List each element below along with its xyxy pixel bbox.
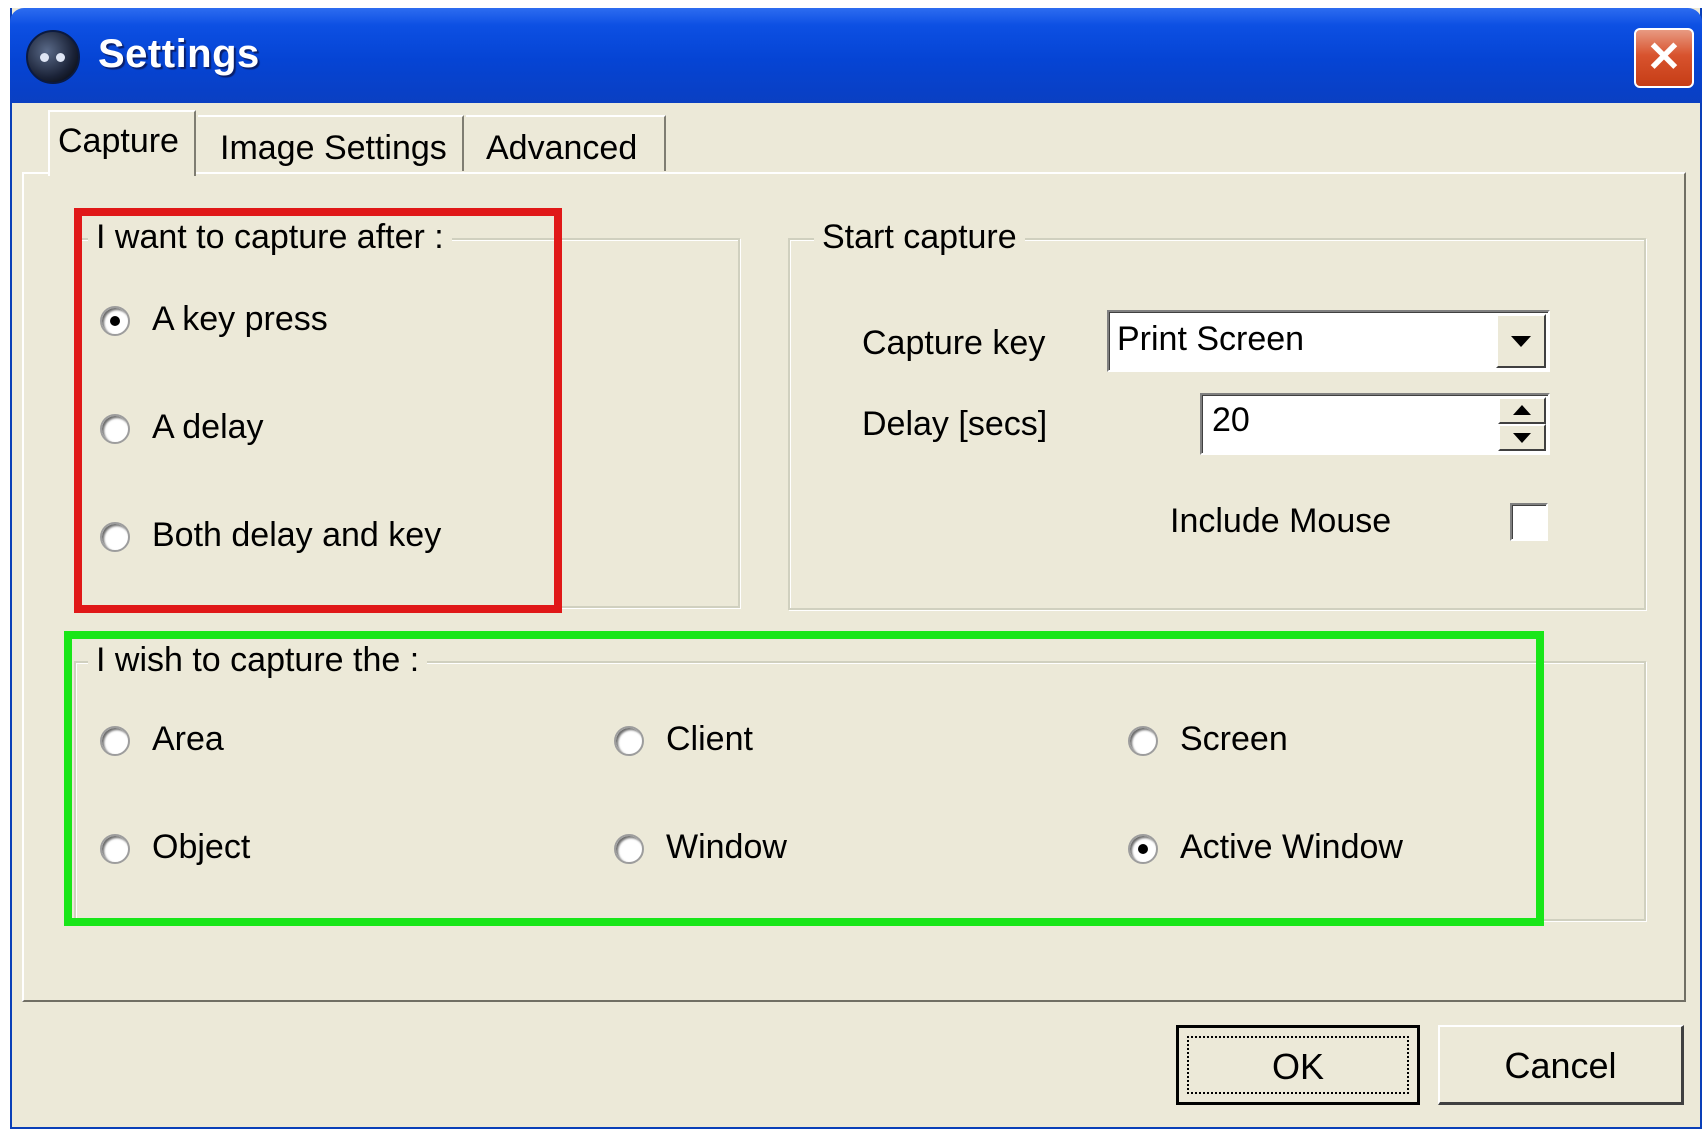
- tab-label: Image Settings: [220, 129, 447, 167]
- window-title: Settings: [98, 32, 260, 76]
- radio-button[interactable]: [100, 306, 130, 336]
- spin-up-icon[interactable]: [1498, 397, 1546, 424]
- radio-button[interactable]: [100, 522, 130, 552]
- radio-button[interactable]: [614, 834, 644, 864]
- ok-button[interactable]: OK: [1176, 1025, 1420, 1105]
- capture-target-group: I wish to capture the :: [74, 641, 1646, 921]
- include-mouse-label: Include Mouse: [1170, 502, 1392, 540]
- spin-down-icon[interactable]: [1498, 424, 1546, 451]
- capture-key-dropdown[interactable]: Print Screen: [1107, 310, 1550, 372]
- capture-key-label: Capture key: [862, 324, 1046, 362]
- radio-label: Client: [666, 720, 753, 758]
- tab-advanced[interactable]: Advanced: [466, 115, 666, 171]
- app-icon: [26, 30, 80, 84]
- title-bar[interactable]: Settings ✕: [10, 8, 1702, 103]
- capture-key-value: Print Screen: [1117, 320, 1305, 358]
- cancel-button[interactable]: Cancel: [1438, 1025, 1684, 1105]
- delay-spinner[interactable]: 20: [1200, 393, 1550, 455]
- group-legend: I want to capture after :: [88, 218, 452, 257]
- radio-label: Screen: [1180, 720, 1288, 758]
- radio-button[interactable]: [1128, 726, 1158, 756]
- radio-label: A key press: [152, 300, 328, 338]
- radio-button[interactable]: [614, 726, 644, 756]
- tab-image-settings[interactable]: Image Settings: [198, 115, 464, 171]
- delay-label: Delay [secs]: [862, 405, 1048, 443]
- group-legend: Start capture: [814, 218, 1025, 257]
- radio-button[interactable]: [100, 726, 130, 756]
- tab-label: Capture: [58, 122, 179, 160]
- chevron-down-icon[interactable]: [1496, 314, 1546, 368]
- radio-button[interactable]: [100, 414, 130, 444]
- radio-label: Active Window: [1180, 828, 1403, 866]
- radio-button[interactable]: [1128, 834, 1158, 864]
- radio-label: Object: [152, 828, 251, 866]
- radio-label: Window: [666, 828, 787, 866]
- close-button[interactable]: ✕: [1634, 28, 1694, 88]
- radio-label: A delay: [152, 408, 264, 446]
- cancel-label: Cancel: [1504, 1045, 1617, 1086]
- ok-label: OK: [1271, 1046, 1324, 1087]
- tab-capture[interactable]: Capture: [48, 110, 196, 176]
- group-legend: I wish to capture the :: [88, 641, 428, 680]
- radio-label: Both delay and key: [152, 516, 442, 554]
- tab-label: Advanced: [486, 129, 638, 167]
- radio-label: Area: [152, 720, 224, 758]
- radio-button[interactable]: [100, 834, 130, 864]
- include-mouse-checkbox[interactable]: [1510, 503, 1548, 541]
- delay-value: 20: [1212, 401, 1250, 439]
